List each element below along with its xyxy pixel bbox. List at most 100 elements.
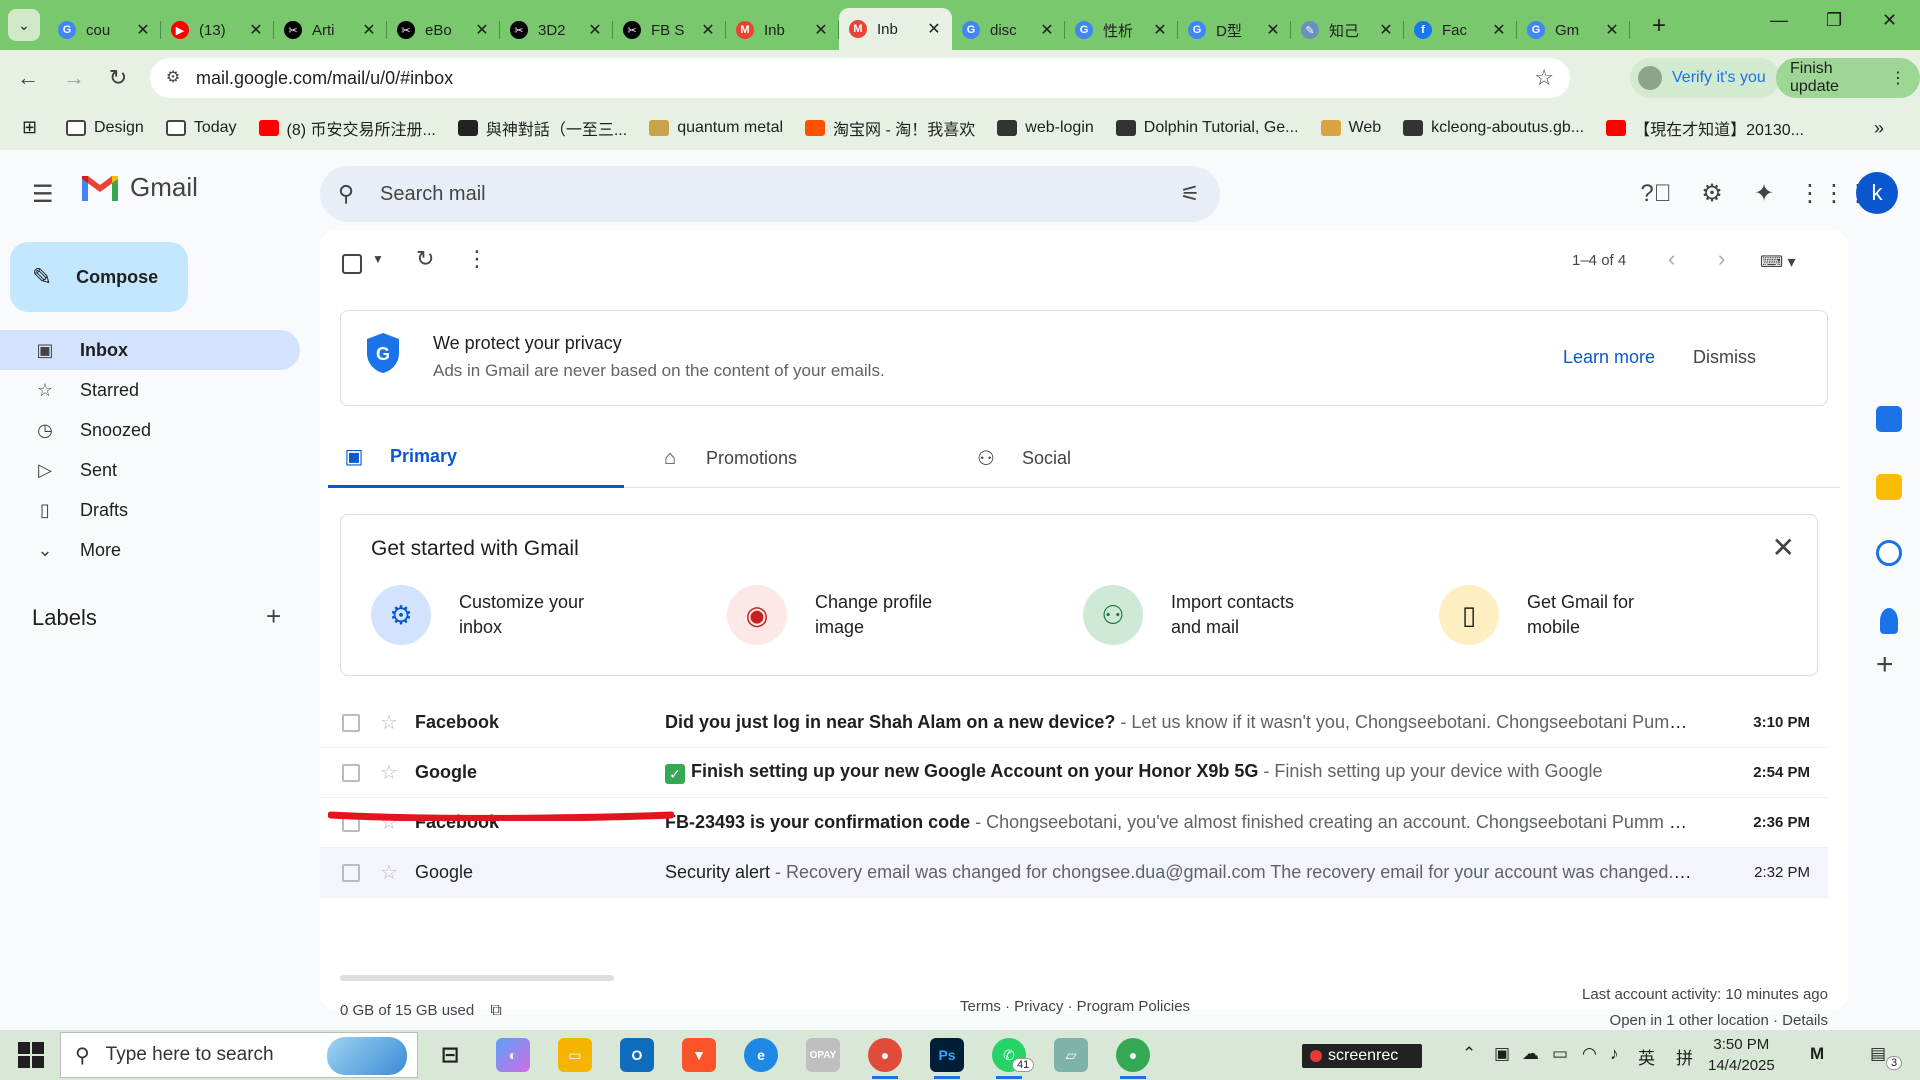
get-started-item[interactable]: ⚇ Import contacts and mail: [1083, 585, 1311, 645]
close-tab-icon[interactable]: ✕: [1039, 20, 1055, 40]
browser-tab[interactable]: ✂ 3D2 ✕: [500, 12, 613, 48]
volume-icon[interactable]: ♪: [1610, 1044, 1619, 1064]
sidebar-item-sent[interactable]: ▷ Sent: [0, 450, 300, 490]
sidebar-item-starred[interactable]: ☆ Starred: [0, 370, 300, 410]
apps-grid-icon[interactable]: ⊞: [22, 117, 44, 139]
bookmark-item[interactable]: 與神對話（一至三...: [457, 116, 627, 140]
more-actions-icon[interactable]: ⋮: [466, 246, 488, 272]
sidebar-item-snoozed[interactable]: ◷ Snoozed: [0, 410, 300, 450]
add-label-icon[interactable]: +: [266, 601, 281, 632]
email-checkbox[interactable]: [342, 713, 360, 732]
open-storage-icon[interactable]: ⧉: [490, 1002, 501, 1019]
finish-update-button[interactable]: Finish update ⋮: [1776, 58, 1920, 98]
search-icon[interactable]: ⚲: [338, 181, 362, 207]
brave-browser-icon[interactable]: ▼: [682, 1038, 716, 1072]
learn-more-link[interactable]: Learn more: [1563, 347, 1655, 368]
star-icon[interactable]: ☆: [380, 860, 398, 885]
bookmark-item[interactable]: (8) 币安交易所注册...: [258, 116, 436, 140]
close-tab-icon[interactable]: ✕: [1265, 20, 1281, 40]
get-started-item[interactable]: ⚙ Customize your inbox: [371, 585, 599, 645]
browser-tab[interactable]: f Fac ✕: [1404, 12, 1517, 48]
get-started-item[interactable]: ◉ Change profile image: [727, 585, 955, 645]
screenrec-indicator[interactable]: screenrec: [1302, 1044, 1422, 1068]
new-tab-button[interactable]: +: [1652, 12, 1666, 40]
chrome-icon[interactable]: ●: [868, 1038, 902, 1079]
sidebar-item-more[interactable]: ⌄ More: [0, 530, 300, 570]
sidebar-item-inbox[interactable]: ▣ Inbox: [0, 330, 300, 370]
close-tab-icon[interactable]: ✕: [813, 20, 829, 40]
close-tab-icon[interactable]: ✕: [587, 20, 603, 40]
bookmark-item[interactable]: Design: [66, 119, 144, 137]
main-menu-icon[interactable]: ☰: [32, 180, 54, 209]
widget-icon[interactable]: M: [1810, 1044, 1824, 1064]
email-row[interactable]: ☆ Facebook Did you just log in near Shah A…: [320, 698, 1828, 748]
battery-icon[interactable]: ▭: [1552, 1044, 1568, 1064]
footer-links[interactable]: Terms · Privacy · Program Policies: [960, 998, 1190, 1015]
maximize-button[interactable]: ❐: [1826, 10, 1842, 31]
browser-tab[interactable]: G 性析 ✕: [1065, 12, 1178, 48]
apps-grid-icon[interactable]: ⋮⋮⋮: [1798, 174, 1870, 214]
browser-tab[interactable]: ✂ Arti ✕: [274, 12, 387, 48]
browser-tab[interactable]: ▶ (13) ✕: [161, 12, 274, 48]
gemini-sparkle-icon[interactable]: ✦: [1744, 174, 1784, 214]
tab-promotions[interactable]: ⌂ Promotions: [644, 428, 940, 488]
gear-icon[interactable]: ⚙: [1692, 174, 1732, 214]
email-checkbox[interactable]: [342, 863, 360, 882]
avatar[interactable]: k: [1856, 172, 1898, 214]
contacts-icon[interactable]: [1880, 608, 1898, 634]
calendar-icon[interactable]: [1876, 406, 1902, 432]
close-tab-icon[interactable]: ✕: [700, 20, 716, 40]
bookmark-item[interactable]: Today: [165, 119, 237, 137]
notes-app-icon[interactable]: ▱: [1054, 1038, 1088, 1072]
email-row[interactable]: ☆ Google ✓ Finish setting up your new Googl…: [320, 748, 1828, 798]
edge-icon[interactable]: e: [744, 1038, 778, 1072]
taskbar-search[interactable]: ⚲ Type here to search: [60, 1032, 418, 1078]
search-input[interactable]: Search mail: [380, 183, 486, 206]
close-tab-icon[interactable]: ✕: [248, 20, 264, 40]
next-page-icon[interactable]: ›: [1718, 246, 1725, 272]
close-tab-icon[interactable]: ✕: [474, 20, 490, 40]
browser-tab[interactable]: Gdisc ✕: [952, 12, 1065, 48]
tab-search-button[interactable]: ⌄: [8, 9, 40, 41]
browser-tab[interactable]: G Gm ✕: [1517, 12, 1630, 48]
browser-tab[interactable]: ✎ 知己 ✕: [1291, 12, 1404, 48]
tasks-icon[interactable]: [1876, 540, 1902, 566]
forward-button[interactable]: →: [60, 64, 88, 92]
close-icon[interactable]: ✕: [1772, 531, 1795, 564]
select-caret-icon[interactable]: ▼: [372, 252, 384, 266]
more-bookmarks-icon[interactable]: »: [1874, 118, 1884, 139]
search-options-icon[interactable]: ⚟: [1180, 181, 1200, 207]
email-row[interactable]: ☆ Google Security alert - Recovery email w…: [320, 848, 1828, 898]
meet-icon[interactable]: ▣: [1494, 1044, 1510, 1064]
outlook-icon[interactable]: O: [620, 1038, 654, 1072]
previous-page-icon[interactable]: ‹: [1668, 246, 1675, 272]
chrome-profile-icon[interactable]: ●: [1116, 1038, 1150, 1079]
browser-tab[interactable]: M Inb ✕: [726, 12, 839, 48]
sidebar-item-drafts[interactable]: ▯ Drafts: [0, 490, 300, 530]
help-icon[interactable]: ?⃝: [1636, 174, 1676, 214]
refresh-icon[interactable]: ↻: [416, 246, 434, 272]
close-tab-icon[interactable]: ✕: [135, 20, 151, 40]
dismiss-button[interactable]: Dismiss: [1693, 347, 1756, 368]
reload-button[interactable]: ↻: [104, 64, 132, 92]
site-info-icon[interactable]: ⚙: [160, 65, 186, 91]
gmail-logo[interactable]: Gmail: [80, 172, 198, 203]
keep-icon[interactable]: [1876, 474, 1902, 500]
minimize-button[interactable]: —: [1770, 10, 1788, 31]
tab-primary[interactable]: ▣ Primary: [328, 428, 624, 488]
bookmark-item[interactable]: kcleong-aboutus.gb...: [1403, 119, 1584, 137]
close-tab-icon[interactable]: ✕: [1378, 20, 1394, 40]
close-window-button[interactable]: ✕: [1882, 10, 1897, 31]
compose-button[interactable]: ✎ Compose: [10, 242, 188, 312]
onedrive-icon[interactable]: ☁: [1522, 1044, 1539, 1064]
ime-language[interactable]: 英: [1638, 1044, 1655, 1069]
copilot-icon[interactable]: ◐: [496, 1038, 530, 1072]
wifi-icon[interactable]: ◠: [1582, 1044, 1597, 1064]
back-button[interactable]: ←: [14, 64, 42, 92]
browser-tab[interactable]: Gcou ✕: [48, 12, 161, 48]
close-tab-icon[interactable]: ✕: [926, 19, 942, 39]
get-started-item[interactable]: ▯ Get Gmail for mobile: [1439, 585, 1667, 645]
close-tab-icon[interactable]: ✕: [1604, 20, 1620, 40]
address-bar[interactable]: ⚙ mail.google.com/mail/u/0/#inbox ☆: [150, 58, 1570, 98]
opay-icon[interactable]: OPAY: [806, 1038, 840, 1072]
